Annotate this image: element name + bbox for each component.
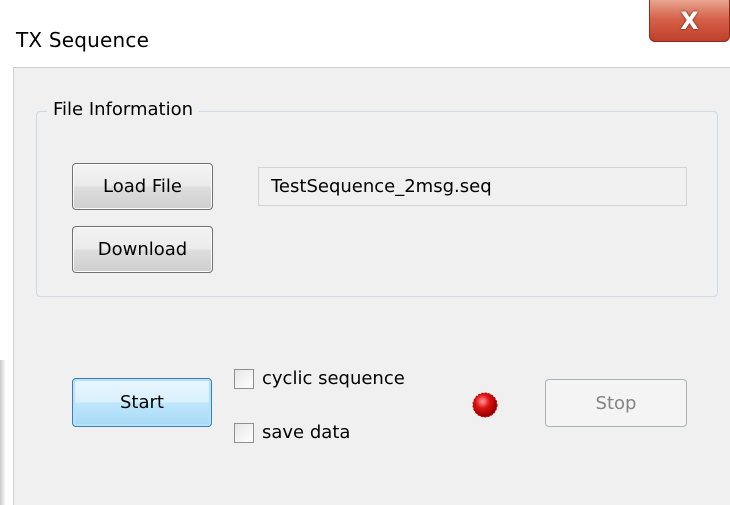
checkbox-box[interactable] (234, 422, 254, 443)
checkbox-box[interactable] (234, 368, 254, 389)
cyclic-sequence-label: cyclic sequence (262, 368, 405, 389)
close-icon: X (680, 6, 699, 35)
start-button[interactable]: Start (72, 378, 212, 427)
cyclic-sequence-checkbox[interactable]: cyclic sequence (234, 368, 405, 389)
download-button[interactable]: Download (72, 226, 213, 273)
stop-button[interactable]: Stop (545, 379, 687, 427)
status-led-icon (472, 392, 498, 418)
window-title: TX Sequence (16, 28, 150, 52)
save-data-label: save data (262, 422, 351, 443)
file-name-field: TestSequence_2msg.seq (258, 167, 687, 206)
load-file-button[interactable]: Load File (72, 163, 213, 210)
save-data-checkbox[interactable]: save data (234, 422, 350, 443)
file-information-label: File Information (47, 99, 200, 120)
close-button[interactable]: X (649, 0, 730, 42)
window-edge-shadow (0, 360, 6, 505)
